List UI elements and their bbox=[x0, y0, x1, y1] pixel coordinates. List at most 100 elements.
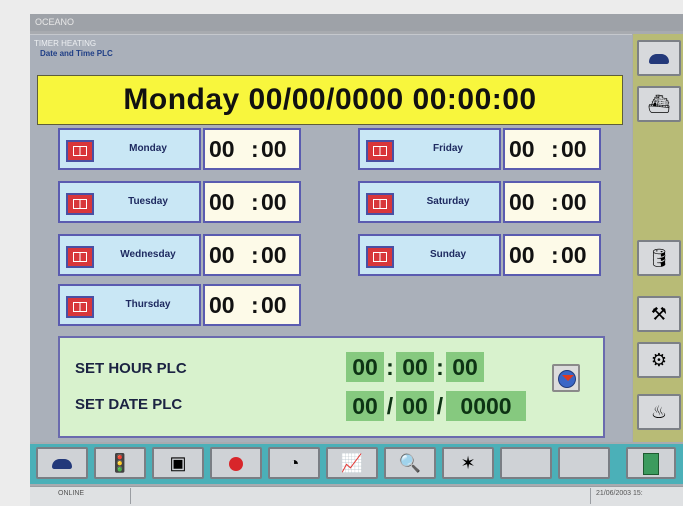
calendar-icon bbox=[366, 140, 394, 162]
water-icon: ♨ bbox=[650, 402, 668, 422]
date-separator: / bbox=[436, 393, 444, 419]
toolbar-button-photo[interactable]: ▣ bbox=[152, 447, 204, 479]
day-button-friday[interactable]: Friday bbox=[358, 128, 501, 170]
app-title-bar: OCEANO bbox=[30, 14, 683, 31]
toolbar-button-exit[interactable] bbox=[626, 447, 676, 479]
status-divider bbox=[130, 488, 131, 504]
alarm-icon: ✶ bbox=[460, 453, 476, 473]
time-separator: : bbox=[386, 354, 394, 380]
day-button-thursday[interactable]: Thursday bbox=[58, 284, 201, 326]
toolbar-button-gauge[interactable]: ◔ bbox=[268, 447, 320, 479]
day-time-field[interactable]: 00:00 bbox=[203, 128, 301, 170]
cloud-icon bbox=[639, 42, 679, 74]
sync-plc-button[interactable] bbox=[552, 364, 580, 392]
hour-value: 00 bbox=[209, 292, 235, 318]
calendar-icon bbox=[366, 246, 394, 268]
calendar-icon bbox=[66, 246, 94, 268]
day-time-field[interactable]: 00:00 bbox=[503, 128, 601, 170]
minute-value: 00 bbox=[261, 136, 287, 162]
set-plc-panel bbox=[58, 336, 605, 438]
day-name: Thursday bbox=[125, 299, 171, 310]
canister-icon: 🛢 bbox=[647, 248, 671, 268]
side-button-canister[interactable]: 🛢 bbox=[637, 240, 681, 276]
set-date-dd[interactable]: 00 bbox=[346, 391, 384, 421]
time-separator: : bbox=[551, 242, 559, 268]
calendar-icon bbox=[66, 193, 94, 215]
minute-value: 00 bbox=[561, 136, 587, 162]
day-time-field[interactable]: 00:00 bbox=[203, 181, 301, 223]
day-button-sunday[interactable]: Sunday bbox=[358, 234, 501, 276]
date-separator: / bbox=[386, 393, 394, 419]
toolbar-button-alarm[interactable]: ✶ bbox=[442, 447, 494, 479]
day-time-field[interactable]: 00:00 bbox=[503, 234, 601, 276]
day-button-tuesday[interactable]: Tuesday bbox=[58, 181, 201, 223]
set-hour-ss[interactable]: 00 bbox=[446, 352, 484, 382]
hour-value: 00 bbox=[509, 136, 535, 162]
side-button-cloud[interactable] bbox=[637, 40, 681, 76]
toolbar-button-traffic-light[interactable]: 🚦 bbox=[94, 447, 146, 479]
day-name: Saturday bbox=[426, 196, 470, 207]
toolbar-button-settings[interactable]: 🔍 bbox=[384, 447, 436, 479]
toolbar-button-cloud[interactable] bbox=[36, 447, 88, 479]
toolbar-button-blank[interactable] bbox=[500, 447, 552, 479]
hour-value: 00 bbox=[509, 242, 535, 268]
set-hour-mm[interactable]: 00 bbox=[396, 352, 434, 382]
hour-value: 00 bbox=[209, 242, 235, 268]
day-time-field[interactable]: 00:00 bbox=[203, 284, 301, 326]
current-datetime-text: Monday 00/00/0000 00:00:00 bbox=[123, 83, 537, 116]
photo-icon: ▣ bbox=[169, 453, 187, 473]
day-name: Wednesday bbox=[120, 249, 176, 260]
minute-value: 00 bbox=[261, 292, 287, 318]
set-date-yyyy[interactable]: 0000 bbox=[446, 391, 526, 421]
pump2-icon: ⚙ bbox=[650, 350, 668, 370]
toolbar-button-red-dot[interactable] bbox=[210, 447, 262, 479]
calendar-icon bbox=[366, 193, 394, 215]
time-separator: : bbox=[251, 292, 259, 318]
day-name: Tuesday bbox=[128, 196, 168, 207]
gauge-icon: ◔ bbox=[288, 453, 300, 473]
day-button-saturday[interactable]: Saturday bbox=[358, 181, 501, 223]
window-subtitle: Date and Time PLC bbox=[40, 49, 113, 58]
set-date-label: SET DATE PLC bbox=[75, 396, 183, 413]
status-divider bbox=[590, 488, 591, 504]
day-name: Sunday bbox=[429, 249, 467, 260]
boat-icon: ⛴ bbox=[647, 94, 671, 114]
status-mode: ONLINE bbox=[58, 490, 85, 497]
status-date: 21/06/2003 15: bbox=[596, 490, 643, 497]
day-time-field[interactable]: 00:00 bbox=[203, 234, 301, 276]
traffic-light-icon: 🚦 bbox=[108, 453, 132, 473]
calendar-icon bbox=[66, 140, 94, 162]
toolbar-button-chart[interactable]: 📈 bbox=[326, 447, 378, 479]
settings-icon: 🔍 bbox=[398, 453, 422, 473]
status-bar bbox=[30, 486, 683, 506]
hour-value: 00 bbox=[509, 189, 535, 215]
chart-icon: 📈 bbox=[340, 453, 364, 473]
day-name: Friday bbox=[432, 143, 463, 154]
hour-value: 00 bbox=[209, 136, 235, 162]
time-separator: : bbox=[551, 136, 559, 162]
calendar-icon bbox=[66, 296, 94, 318]
minute-value: 00 bbox=[261, 189, 287, 215]
time-separator: : bbox=[251, 136, 259, 162]
side-button-pump[interactable]: ⚒ bbox=[637, 296, 681, 332]
time-separator: : bbox=[251, 189, 259, 215]
day-button-wednesday[interactable]: Wednesday bbox=[58, 234, 201, 276]
toolbar-button-blank-2[interactable] bbox=[558, 447, 610, 479]
set-hour-hh[interactable]: 00 bbox=[346, 352, 384, 382]
side-button-boat[interactable]: ⛴ bbox=[637, 86, 681, 122]
hour-value: 00 bbox=[209, 189, 235, 215]
cloud-icon bbox=[38, 449, 86, 477]
minute-value: 00 bbox=[561, 242, 587, 268]
red-dot-icon bbox=[212, 449, 260, 477]
set-hour-label: SET HOUR PLC bbox=[75, 360, 187, 377]
day-name: Monday bbox=[129, 143, 167, 154]
minute-value: 00 bbox=[261, 242, 287, 268]
day-time-field[interactable]: 00:00 bbox=[503, 181, 601, 223]
side-button-pump2[interactable]: ⚙ bbox=[637, 342, 681, 378]
day-button-monday[interactable]: Monday bbox=[58, 128, 201, 170]
exit-icon bbox=[628, 449, 674, 477]
minute-value: 00 bbox=[561, 189, 587, 215]
side-button-water[interactable]: ♨ bbox=[637, 394, 681, 430]
set-date-mo[interactable]: 00 bbox=[396, 391, 434, 421]
pump-icon: ⚒ bbox=[650, 304, 668, 324]
